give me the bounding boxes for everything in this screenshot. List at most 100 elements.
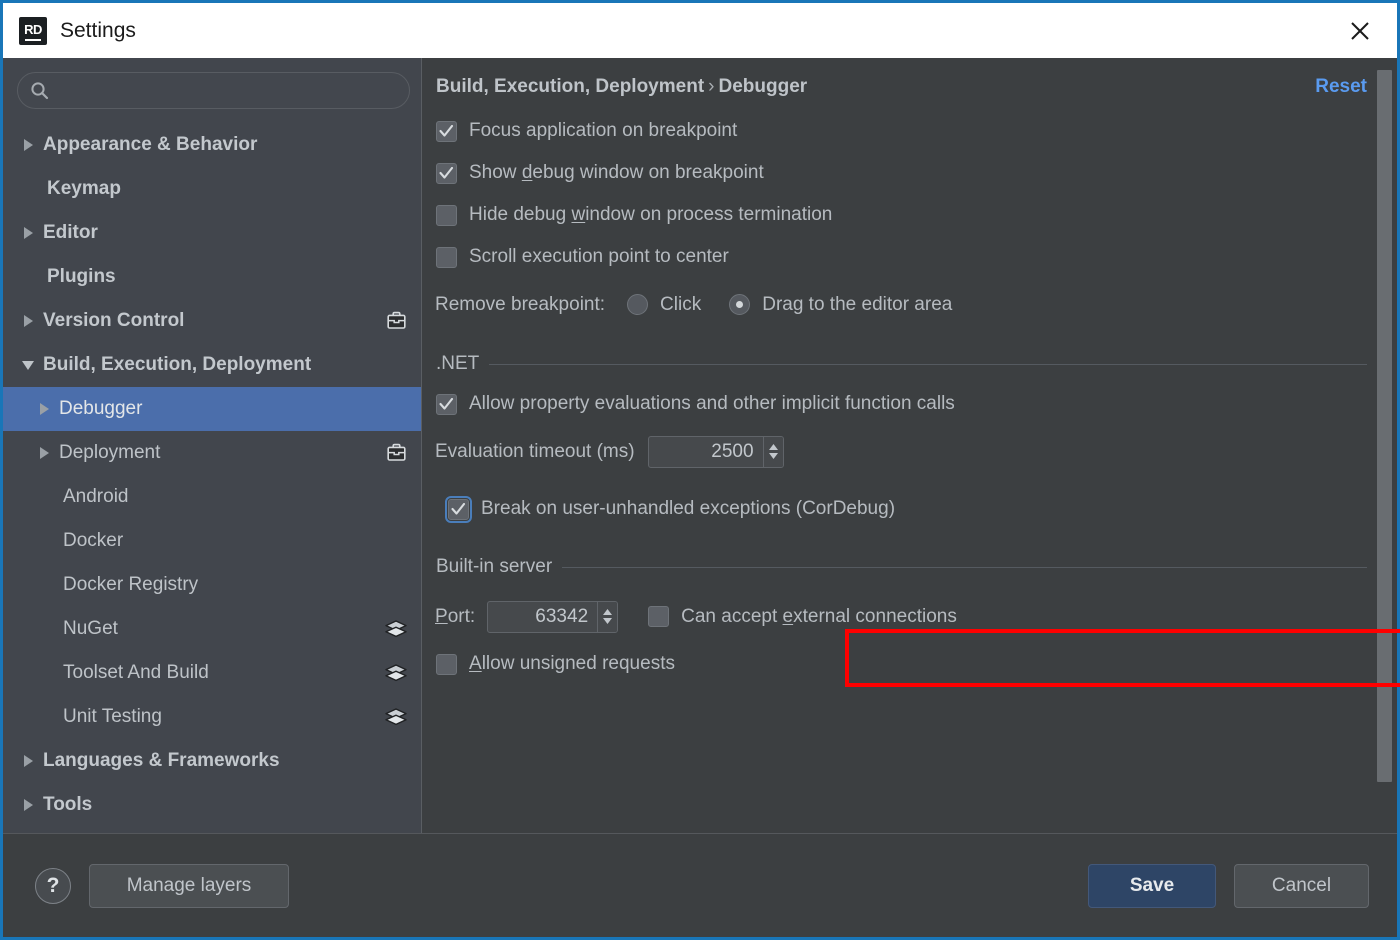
save-button[interactable]: Save — [1088, 863, 1216, 908]
breadcrumb: Build, Execution, Deployment › Debugger — [436, 76, 807, 98]
evaluation-timeout-input[interactable] — [648, 436, 763, 467]
checkbox-scroll-execution-point[interactable] — [436, 246, 457, 268]
window-title: Settings — [60, 18, 136, 42]
settings-main-panel: Build, Execution, Deployment › Debugger Re… — [422, 58, 1400, 833]
title-bar: RD Settings — [3, 3, 1397, 58]
sidebar-item-unit-testing[interactable]: Unit Testing — [3, 695, 421, 739]
spinner-arrows[interactable] — [597, 601, 618, 632]
help-button[interactable]: ? — [35, 867, 71, 904]
sidebar-item-docker-registry[interactable]: Docker Registry — [3, 563, 421, 607]
evaluation-timeout-label: Evaluation timeout (ms) — [435, 440, 635, 462]
layers-icon — [385, 706, 407, 728]
briefcase-icon — [386, 443, 406, 461]
sidebar-item-label: Plugins — [47, 266, 116, 287]
chevron-right-icon — [23, 755, 33, 767]
radio-label-drag-to-editor: Drag to the editor area — [762, 293, 953, 315]
breadcrumb-root: Build, Execution, Deployment — [436, 76, 705, 97]
evaluation-timeout-spinner[interactable] — [647, 435, 784, 468]
radio-dot — [736, 301, 744, 308]
cancel-button[interactable]: Cancel — [1234, 863, 1369, 908]
reset-link[interactable]: Reset — [1315, 76, 1367, 98]
sidebar-item-languages-frameworks[interactable]: Languages & Frameworks — [3, 739, 421, 783]
settings-sidebar: Appearance & Behavior Keymap Editor Plugins… — [3, 58, 422, 833]
chevron-down-icon — [22, 360, 34, 370]
sidebar-item-label: Unit Testing — [63, 706, 162, 727]
search-icon — [31, 82, 49, 100]
sidebar-item-label: Build, Execution, Deployment — [43, 354, 312, 375]
sidebar-item-keymap[interactable]: Keymap — [3, 167, 421, 211]
option-row-remove-breakpoint: Remove breakpoint: Click Drag to the edi… — [435, 278, 1367, 331]
section-divider — [562, 566, 1367, 568]
briefcase-icon — [386, 311, 406, 329]
option-row-port: Port: Can accept externa — [435, 590, 1367, 643]
chevron-down-icon[interactable] — [17, 359, 39, 372]
option-row-allow-unsigned-requests: Allow unsigned requests — [436, 643, 1367, 685]
spinner-arrows[interactable] — [762, 436, 783, 467]
close-icon[interactable] — [1345, 16, 1375, 46]
chevron-right-icon — [39, 447, 49, 459]
chevron-right-icon[interactable] — [17, 798, 39, 812]
sidebar-item-toolset-and-build[interactable]: Toolset And Build — [3, 651, 421, 695]
port-input[interactable] — [488, 601, 598, 632]
option-row-show-debug-window: Show debug window on breakpoint — [436, 152, 1367, 194]
section-divider — [489, 363, 1367, 365]
sidebar-item-deployment[interactable]: Deployment — [3, 431, 421, 475]
main-header: Build, Execution, Deployment › Debugger Re… — [422, 58, 1397, 98]
layers-icon — [385, 618, 407, 640]
sidebar-item-editor[interactable]: Editor — [3, 211, 421, 255]
chevron-right-icon[interactable] — [17, 226, 39, 240]
settings-dialog: RD Settings Appearance & Behavior Keymap — [0, 0, 1400, 940]
chevron-right-icon[interactable] — [17, 138, 39, 152]
chevron-up-icon — [768, 444, 778, 450]
chevron-right-icon[interactable] — [33, 402, 55, 416]
radio-remove-breakpoint-drag[interactable] — [729, 294, 751, 315]
sidebar-item-tools[interactable]: Tools — [3, 783, 421, 827]
radio-label-click: Click — [660, 293, 702, 315]
sidebar-item-plugins[interactable]: Plugins — [3, 255, 421, 299]
sidebar-item-version-control[interactable]: Version Control — [3, 299, 421, 343]
sidebar-item-label: Toolset And Build — [63, 662, 209, 683]
checkbox-break-on-user-unhandled-exceptions[interactable] — [445, 495, 472, 523]
checkbox-allow-unsigned-requests[interactable] — [436, 653, 457, 675]
sidebar-item-debugger[interactable]: Debugger — [3, 387, 421, 431]
sidebar-item-docker[interactable]: Docker — [3, 519, 421, 563]
option-row-evaluation-timeout: Evaluation timeout (ms) — [435, 425, 1367, 478]
chevron-right-icon — [23, 799, 33, 811]
chevron-right-icon[interactable] — [17, 754, 39, 768]
checkbox-label-can-accept-external-connections: Can accept external connections — [681, 605, 957, 627]
option-row-break-user-unhandled: Break on user-unhandled exceptions (CorD… — [445, 488, 1367, 530]
checkbox-hide-debug-window[interactable] — [436, 204, 457, 226]
checkbox-focus-application-on-breakpoint[interactable] — [436, 120, 457, 142]
checkbox-label-scroll-execution-point: Scroll execution point to center — [469, 246, 729, 267]
settings-tree: Appearance & Behavior Keymap Editor Plugins… — [3, 119, 421, 833]
sidebar-item-label: Docker — [63, 530, 124, 551]
chevron-right-icon[interactable] — [17, 314, 39, 328]
dialog-footer: ? Manage layers Save Cancel — [3, 833, 1397, 937]
checkbox-show-debug-window[interactable] — [436, 162, 457, 184]
chevron-down-icon — [768, 453, 778, 459]
layers-icon — [385, 662, 407, 684]
search-input[interactable] — [58, 82, 397, 99]
vertical-scrollbar[interactable] — [1377, 70, 1392, 782]
section-title-builtin-server: Built-in server — [436, 556, 553, 577]
sidebar-item-appearance-behavior[interactable]: Appearance & Behavior — [3, 123, 421, 167]
search-box[interactable] — [17, 72, 410, 109]
port-label: Port: — [435, 605, 476, 627]
checkbox-label-allow-property-evaluations: Allow property evaluations and other imp… — [469, 393, 955, 414]
checkbox-can-accept-external-connections[interactable] — [648, 606, 670, 627]
sidebar-item-nuget[interactable]: NuGet — [3, 607, 421, 651]
layers-icon — [385, 620, 407, 638]
port-spinner[interactable] — [487, 600, 619, 633]
checkbox-allow-property-evaluations[interactable] — [436, 393, 457, 415]
breadcrumb-leaf: Debugger — [718, 76, 808, 97]
radio-remove-breakpoint-click[interactable] — [627, 294, 649, 315]
chevron-right-icon — [39, 403, 49, 415]
sidebar-item-build-execution-deployment[interactable]: Build, Execution, Deployment — [3, 343, 421, 387]
sidebar-item-android[interactable]: Android — [3, 475, 421, 519]
section-header-dotnet: .NET — [436, 353, 1367, 375]
chevron-right-icon[interactable] — [33, 446, 55, 460]
manage-layers-button[interactable]: Manage layers — [89, 863, 289, 908]
chevron-down-icon — [603, 618, 613, 624]
checkbox-label-hide-debug-window: Hide debug window on process termination — [469, 204, 833, 225]
section-title-dotnet: .NET — [436, 353, 480, 374]
